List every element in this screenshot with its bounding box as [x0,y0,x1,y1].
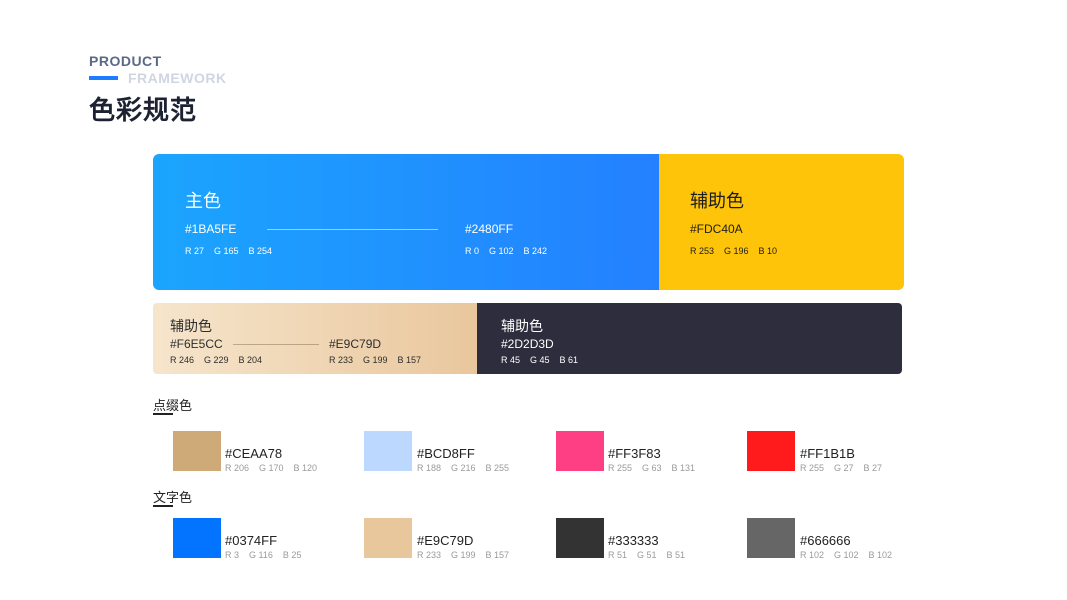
highlight-section-underline [153,413,173,415]
highlight-swatch-4 [747,431,795,471]
highlight-swatch-1 [173,431,221,471]
text-swatch-3-rgb: R 51 G 51 B 51 [608,550,686,560]
dark-color-card: 辅助色 #2D2D3D R 45 G 45 B 61 [477,303,902,374]
beige-right-rgb: R 233 G 199 B 157 [329,355,422,365]
primary-connector-line [267,229,438,230]
beige-color-card: 辅助色 #F6E5CC R 246 G 229 B 204 #E9C79D R … [153,303,477,374]
text-section-underline [153,505,173,507]
text-swatch-4-hex: #666666 [800,533,851,548]
text-swatch-3-hex: #333333 [608,533,659,548]
accent-hex: #FDC40A [690,222,743,236]
highlight-swatch-1-rgb: R 206 G 170 B 120 [225,463,318,473]
text-swatch-1-hex: #0374FF [225,533,278,548]
text-swatch-2-hex: #E9C79D [417,533,474,548]
text-swatch-4 [747,518,795,558]
text-swatch-4-rgb: R 102 G 102 B 102 [800,550,893,560]
dark-hex: #2D2D3D [501,337,554,351]
primary-color-card: 主色 #1BA5FE R 27 G 165 B 254 #2480FF R 0 … [153,154,659,290]
highlight-swatch-2-hex: #BCD8FF [417,446,475,461]
highlight-swatch-3-hex: #FF3F83 [608,446,661,461]
highlight-swatch-3 [556,431,604,471]
beige-left-hex: #F6E5CC [170,337,223,351]
highlight-swatch-2 [364,431,412,471]
text-section-label: 文字色 [153,490,193,505]
text-swatch-2 [364,518,412,558]
beige-right-hex: #E9C79D [329,337,382,351]
primary-right-rgb: R 0 G 102 B 242 [465,246,548,256]
beige-connector-line [233,344,319,345]
accent-color-card: 辅助色 #FDC40A R 253 G 196 B 10 [659,154,904,290]
text-swatch-2-rgb: R 233 G 199 B 157 [417,550,510,560]
accent-rgb: R 253 G 196 B 10 [690,246,778,256]
highlight-swatch-2-rgb: R 188 G 216 B 255 [417,463,510,473]
accent-title: 辅助色 [690,191,744,211]
highlight-swatch-4-hex: #FF1B1B [800,446,855,461]
primary-left-rgb: R 27 G 165 B 254 [185,246,273,256]
dark-rgb: R 45 G 45 B 61 [501,355,579,365]
text-swatch-1 [173,518,221,558]
text-swatch-1-rgb: R 3 G 116 B 25 [225,550,302,560]
page-title: 色彩规范 [89,95,198,125]
highlight-swatch-1-hex: #CEAA78 [225,446,283,461]
beige-left-rgb: R 246 G 229 B 204 [170,355,263,365]
primary-right-hex: #2480FF [465,222,514,236]
highlight-swatch-4-rgb: R 255 G 27 B 27 [800,463,883,473]
highlight-section-label: 点缀色 [153,398,193,413]
highlight-swatch-3-rgb: R 255 G 63 B 131 [608,463,696,473]
header-product: PRODUCT [89,53,162,69]
primary-left-hex: #1BA5FE [185,222,237,236]
header-framework: FRAMEWORK [128,70,227,86]
dark-title: 辅助色 [501,318,543,334]
text-swatch-3 [556,518,604,558]
primary-title: 主色 [185,191,221,211]
header-accent-bar [89,76,118,80]
beige-title: 辅助色 [170,318,212,334]
